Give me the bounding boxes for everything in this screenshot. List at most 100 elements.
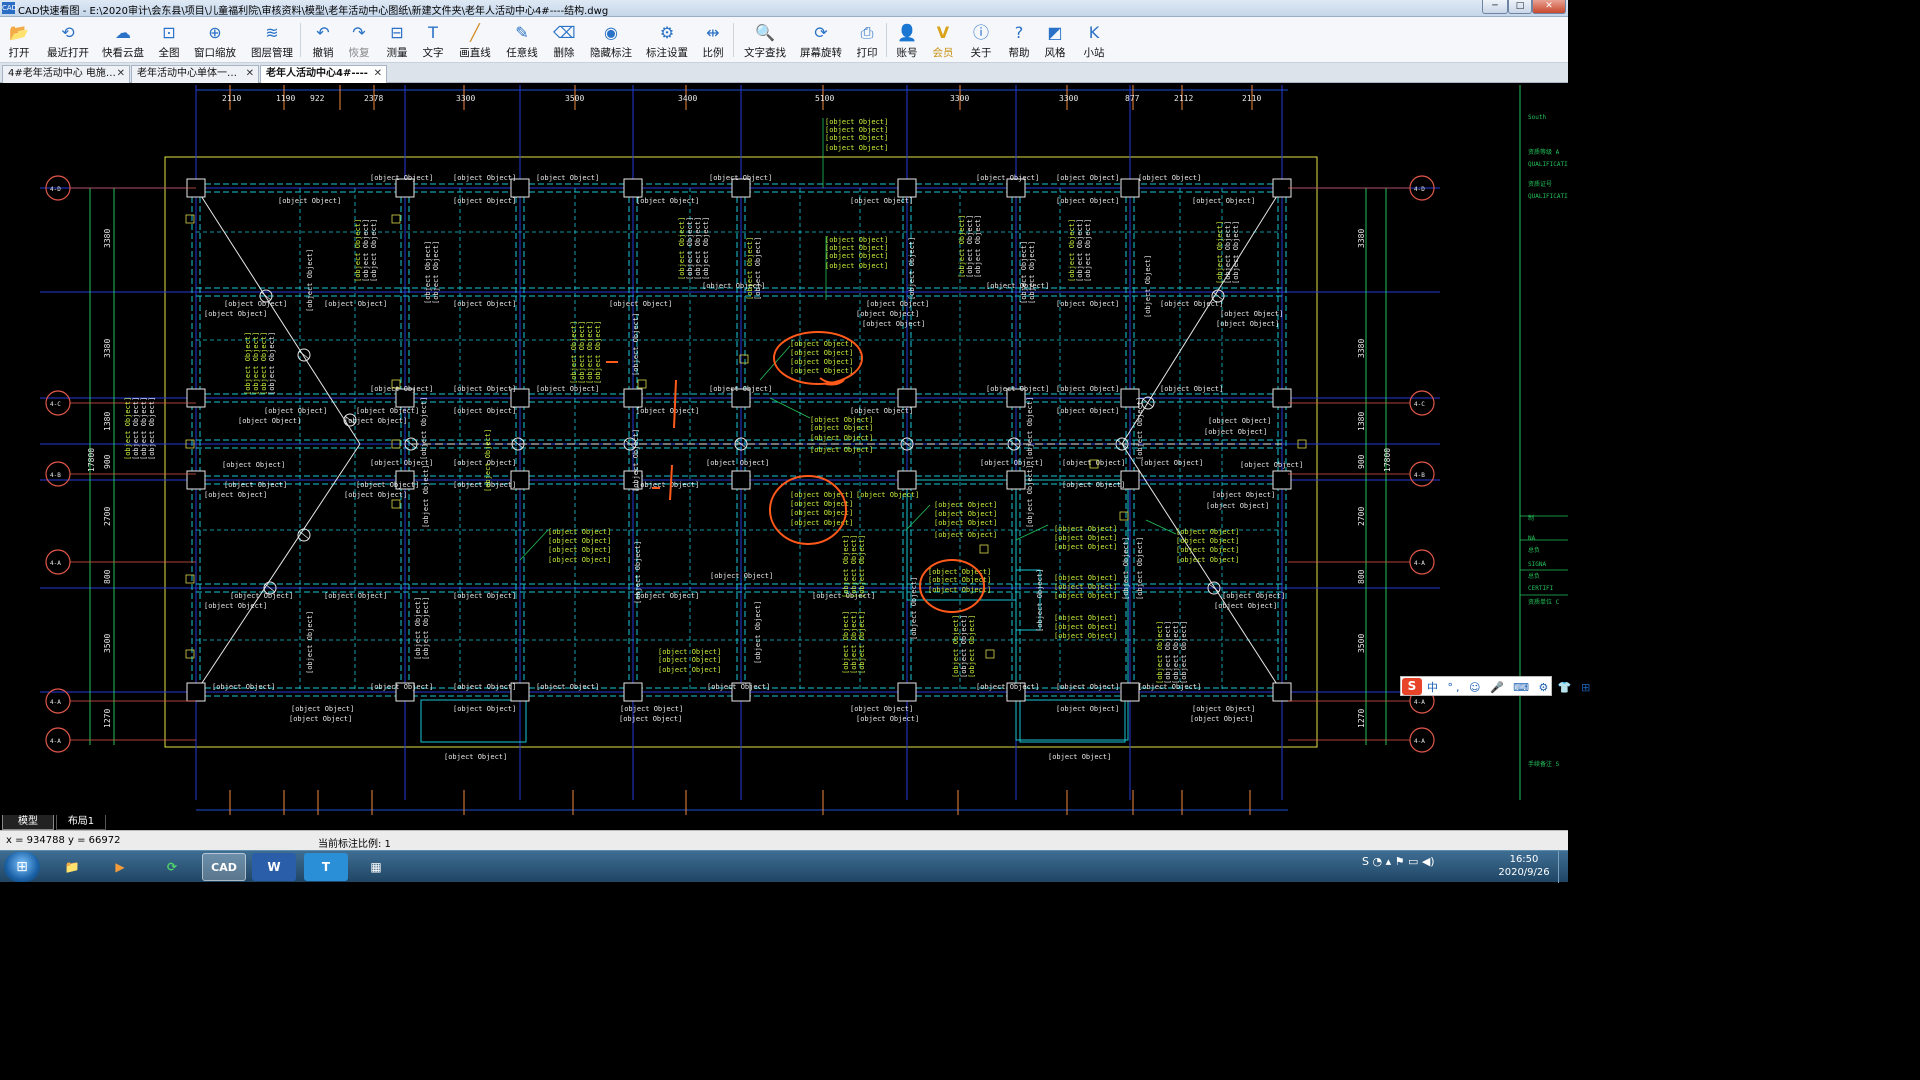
- taskbar-network-app[interactable]: ▦: [354, 853, 398, 881]
- freehand-button[interactable]: ✎ 任意线: [503, 19, 541, 61]
- beam-annotation-vertical: [object Object]: [842, 611, 850, 674]
- drawing-canvas[interactable]: 4-D 4-D 4-C 4-C 4-B 4-B 4-A 4-A 4-A 4-A 4-A 4-A 2110…: [0, 83, 1568, 815]
- about-button[interactable]: ⓘ 关于: [966, 19, 996, 61]
- beam-annotation-vertical: [object Object]: [132, 397, 140, 460]
- beam-annotation: [object Object]: [222, 461, 285, 469]
- beam-annotation: [object Object]: [825, 262, 888, 270]
- beam-annotation: [object Object]: [1190, 715, 1253, 723]
- clock-date: 2020/9/26: [1498, 867, 1550, 878]
- beam-annotation-vertical: [object Object]: [634, 541, 642, 604]
- text-button[interactable]: T 文字: [418, 19, 448, 61]
- beam-annotation: [object Object]: [1054, 623, 1117, 631]
- folder-open-button[interactable]: 📂 打开: [4, 19, 34, 61]
- windows-logo-icon: ⊞: [16, 859, 28, 875]
- beam-annotation: [object Object]: [1056, 705, 1119, 713]
- title-block-text: 手续备注 S: [1528, 760, 1560, 768]
- beam-annotation: [object Object]: [810, 424, 873, 432]
- title-block-text: 资质单位 C: [1528, 598, 1560, 606]
- cad-drawing[interactable]: 4-D 4-D 4-C 4-C 4-B 4-B 4-A 4-A 4-A 4-A 4-A 4-A 2110…: [0, 83, 1568, 815]
- redo-button[interactable]: ↷ 恢复: [344, 19, 374, 61]
- title-block-text: SIGNA: [1528, 561, 1546, 568]
- beam-annotation-vertical: [object Object]: [594, 321, 602, 384]
- style-button[interactable]: ◩ 风格: [1040, 19, 1070, 61]
- layout-tab-model[interactable]: 模型: [2, 815, 54, 830]
- tab-close-icon[interactable]: ✕: [246, 66, 254, 82]
- beam-annotation: [object Object]: [850, 407, 913, 415]
- beam-annotation: [object Object]: [658, 666, 721, 674]
- beam-annotation-vertical: [object Object]: [850, 611, 858, 674]
- undo-button[interactable]: ↶ 撤销: [308, 19, 338, 61]
- vip-button[interactable]: V 会员: [928, 19, 958, 61]
- clock-time: 16:50: [1509, 854, 1539, 865]
- beam-annotation: [object Object]: [976, 683, 1039, 691]
- hide-annot-button[interactable]: ◉ 隐藏标注: [585, 19, 637, 61]
- zoom-window-button[interactable]: ⊕ 窗口缩放: [192, 19, 238, 61]
- system-tray[interactable]: S ◔ ▴ ⚑ ▭ ◀): [1362, 855, 1492, 879]
- beam-annotation-vertical: [object Object]: [1122, 537, 1130, 600]
- sogou-logo-icon[interactable]: S: [1402, 678, 1422, 695]
- beam-annotation: [object Object]: [224, 481, 287, 489]
- beam-annotation: [object Object]: [1054, 534, 1117, 542]
- full-view-button[interactable]: ⊡ 全图: [154, 19, 184, 61]
- layers-button[interactable]: ≋ 图层管理: [246, 19, 298, 61]
- account-button[interactable]: 👤 账号: [892, 19, 922, 61]
- ime-items[interactable]: 中 °, ☺ 🎤 ⌨ ⚙ 👕 ⊞: [1427, 679, 1593, 695]
- beam-annotation: [object Object]: [1056, 407, 1119, 415]
- beam-annotation: [object Object]: [224, 300, 287, 308]
- eraser-button[interactable]: ⌫ 删除: [549, 19, 579, 61]
- tab-close-icon[interactable]: ✕: [374, 66, 382, 82]
- top-dimension: 877: [1125, 94, 1140, 103]
- cloud-button[interactable]: ☁ 快看云盘: [98, 19, 148, 61]
- layout-tab-layout1[interactable]: 布局1: [56, 815, 106, 830]
- taskbar-media-player[interactable]: ▶: [98, 853, 142, 881]
- beam-annotation-vertical: [object Object]: [586, 321, 594, 384]
- right-total-dimension: 17800: [1383, 448, 1392, 472]
- scale-button[interactable]: ⇹ 比例: [698, 19, 728, 61]
- close-button[interactable]: ✕: [1532, 0, 1566, 14]
- clock[interactable]: 16:50 2020/9/26: [1494, 853, 1554, 879]
- ime-toolbar[interactable]: S 中 °, ☺ 🎤 ⌨ ⚙ 👕 ⊞: [1400, 676, 1590, 696]
- left-dimension: 2700: [103, 507, 112, 526]
- maximize-button[interactable]: □: [1508, 0, 1532, 14]
- beam-annotation: [object Object]: [289, 715, 352, 723]
- tab-electrical[interactable]: 4#老年活动中心 电施… ✕: [2, 65, 130, 83]
- text-search-button[interactable]: 🔍 文字查找: [740, 19, 790, 61]
- annot-settings-button[interactable]: ⚙ 标注设置: [643, 19, 691, 61]
- show-desktop-button[interactable]: [1558, 851, 1568, 883]
- taskbar-word[interactable]: W: [252, 853, 296, 881]
- tab-close-icon[interactable]: ✕: [117, 66, 125, 82]
- beam-annotation-vertical: [object Object]: [1136, 537, 1144, 600]
- beam-annotation: [object Object]: [709, 174, 772, 182]
- measure-button[interactable]: ⊟ 测量: [382, 19, 412, 61]
- taskbar-text-app[interactable]: T: [304, 853, 348, 881]
- taskbar-sync-app[interactable]: ⟳: [150, 853, 194, 881]
- hatch: [1142, 398, 1154, 408]
- beam-annotation: [object Object]: [1054, 632, 1117, 640]
- title-block-text: 制: [1528, 514, 1534, 522]
- tab-structure[interactable]: 老年人活动中心4#---- ✕: [260, 65, 387, 83]
- start-button[interactable]: ⊞: [4, 852, 40, 882]
- beam-annotation: [object Object]: [453, 300, 516, 308]
- beam-annotation-vertical: [object Object]: [746, 237, 754, 300]
- beam-annotation-vertical: [object Object]: [1164, 621, 1172, 684]
- help-button[interactable]: ? 帮助: [1004, 19, 1034, 61]
- print-icon: ⎙: [860, 23, 874, 42]
- column: [623, 682, 643, 702]
- minimize-button[interactable]: ─: [1482, 0, 1508, 14]
- beam-annotation-vertical: [object Object]: [966, 215, 974, 278]
- column: [1272, 388, 1292, 408]
- style-icon: ◩: [1047, 23, 1063, 42]
- tab-single-building[interactable]: 老年活动中心单体一… ✕: [131, 65, 259, 83]
- beam-annotation: [object Object]: [825, 134, 888, 142]
- recent-button[interactable]: ⟲ 最近打开: [42, 19, 94, 61]
- line-button[interactable]: ╱ 画直线: [455, 19, 495, 61]
- redo-icon: ↷: [352, 23, 366, 42]
- taskbar-cad-viewer[interactable]: CAD: [202, 853, 246, 881]
- beam-annotation-vertical: [object Object]: [1136, 397, 1144, 460]
- station-button[interactable]: K 小站: [1079, 19, 1109, 61]
- print-button[interactable]: ⎙ 打印: [852, 19, 882, 61]
- rotate-screen-button[interactable]: ⟳ 屏幕旋转: [796, 19, 846, 61]
- toolbar-label: 任意线: [506, 47, 538, 59]
- taskbar-explorer[interactable]: 📁: [50, 853, 94, 881]
- beam-annotation-vertical: [object Object]: [632, 429, 640, 492]
